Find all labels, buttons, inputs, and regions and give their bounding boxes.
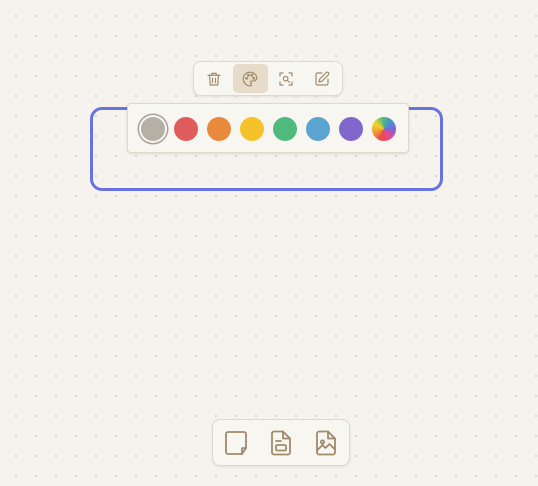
- color-swatch-yellow[interactable]: [240, 117, 264, 141]
- color-swatch-green[interactable]: [273, 117, 297, 141]
- color-swatch-custom[interactable]: [372, 117, 396, 141]
- sticky-note-icon: [225, 430, 247, 455]
- add-note-button[interactable]: [263, 425, 299, 461]
- zoom-to-selection-icon: [279, 71, 293, 86]
- color-swatch-red[interactable]: [174, 117, 198, 141]
- add-card-button[interactable]: [218, 425, 254, 461]
- color-swatch-purple[interactable]: [339, 117, 363, 141]
- file-image-icon: [316, 430, 336, 455]
- color-palette: [127, 103, 409, 153]
- add-media-button[interactable]: [308, 425, 344, 461]
- trash-icon: [207, 72, 221, 86]
- color-button[interactable]: [232, 64, 268, 93]
- color-swatch-blue[interactable]: [306, 117, 330, 141]
- bottom-toolbar: [212, 419, 350, 466]
- edit-icon: [315, 71, 330, 86]
- edit-button[interactable]: [304, 64, 339, 93]
- color-swatch-gray[interactable]: [141, 117, 165, 141]
- color-swatch-orange[interactable]: [207, 117, 231, 141]
- node-toolbar: [193, 61, 343, 96]
- zoom-to-selection-button[interactable]: [269, 64, 304, 93]
- file-text-icon: [271, 430, 291, 455]
- palette-icon: [242, 71, 258, 86]
- delete-button[interactable]: [197, 64, 232, 93]
